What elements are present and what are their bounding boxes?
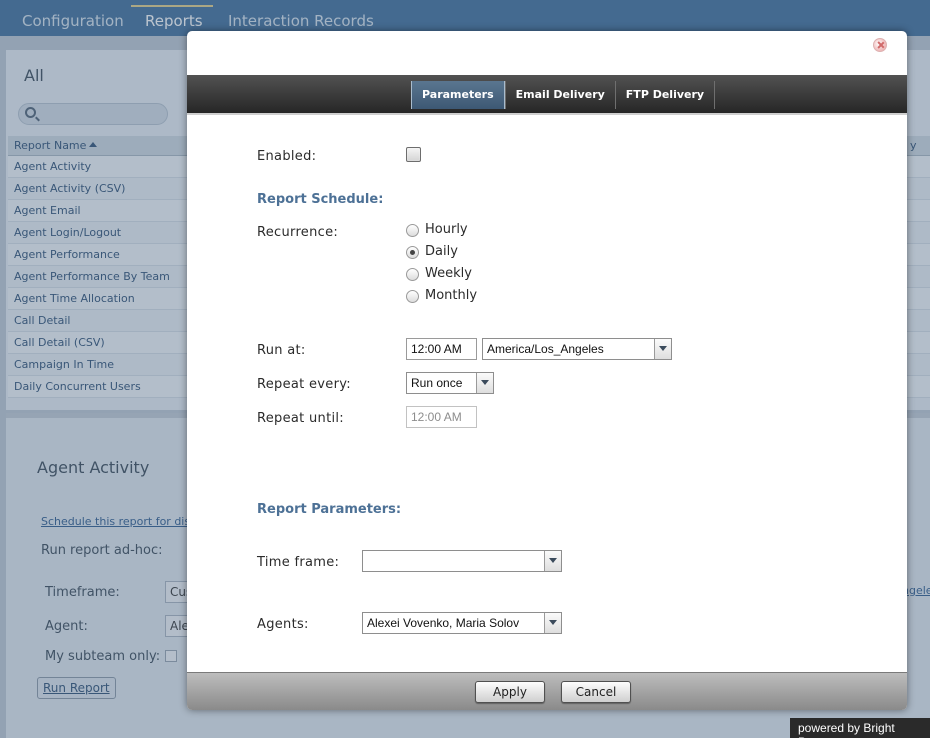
close-icon[interactable]: [873, 38, 887, 52]
radio-label: Hourly: [425, 222, 468, 237]
radio-label: Daily: [425, 244, 458, 259]
tab-email-delivery[interactable]: Email Delivery: [504, 81, 615, 109]
powered-by-label: powered by Bright Pattern: [790, 718, 930, 738]
dialog-tab-bar: Parameters Email Delivery FTP Delivery: [187, 75, 907, 115]
chevron-down-icon[interactable]: [544, 613, 561, 633]
agents-select[interactable]: Alexei Vovenko, Maria Solov: [362, 612, 562, 634]
radio-button[interactable]: [406, 268, 419, 281]
enabled-checkbox[interactable]: [406, 147, 421, 162]
enabled-label: Enabled:: [257, 149, 317, 164]
repeat-until-input[interactable]: 12:00 AM: [406, 406, 477, 428]
tab-parameters[interactable]: Parameters: [411, 81, 505, 109]
timezone-select[interactable]: America/Los_Angeles: [482, 338, 672, 360]
tab-ftp-delivery[interactable]: FTP Delivery: [614, 81, 716, 109]
agents-label: Agents:: [257, 617, 309, 632]
chevron-down-icon[interactable]: [654, 339, 671, 359]
run-at-label: Run at:: [257, 343, 306, 358]
report-schedule-heading: Report Schedule:: [257, 192, 384, 207]
agents-value: Alexei Vovenko, Maria Solov: [367, 616, 520, 630]
repeat-until-label: Repeat until:: [257, 411, 344, 426]
time-frame-label: Time frame:: [257, 555, 340, 570]
repeat-every-label: Repeat every:: [257, 377, 351, 392]
repeat-every-value: Run once: [411, 376, 463, 390]
radio-label: Monthly: [425, 288, 478, 303]
schedule-report-dialog: Parameters Email Delivery FTP Delivery E…: [187, 31, 907, 710]
radio-button[interactable]: [406, 224, 419, 237]
dialog-button-bar: Apply Cancel: [187, 672, 907, 710]
repeat-every-select[interactable]: Run once: [406, 372, 494, 394]
time-frame-select[interactable]: [362, 550, 562, 572]
radio-button[interactable]: [406, 290, 419, 303]
chevron-down-icon[interactable]: [476, 373, 493, 393]
recurrence-label: Recurrence:: [257, 225, 339, 240]
radio-button-selected[interactable]: [406, 246, 419, 259]
report-parameters-heading: Report Parameters:: [257, 502, 402, 517]
timezone-value: America/Los_Angeles: [487, 342, 604, 356]
cancel-button[interactable]: Cancel: [561, 681, 631, 703]
radio-label: Weekly: [425, 266, 472, 281]
chevron-down-icon[interactable]: [544, 551, 561, 571]
run-at-time-input[interactable]: 12:00 AM: [406, 338, 477, 360]
apply-button[interactable]: Apply: [475, 681, 545, 703]
